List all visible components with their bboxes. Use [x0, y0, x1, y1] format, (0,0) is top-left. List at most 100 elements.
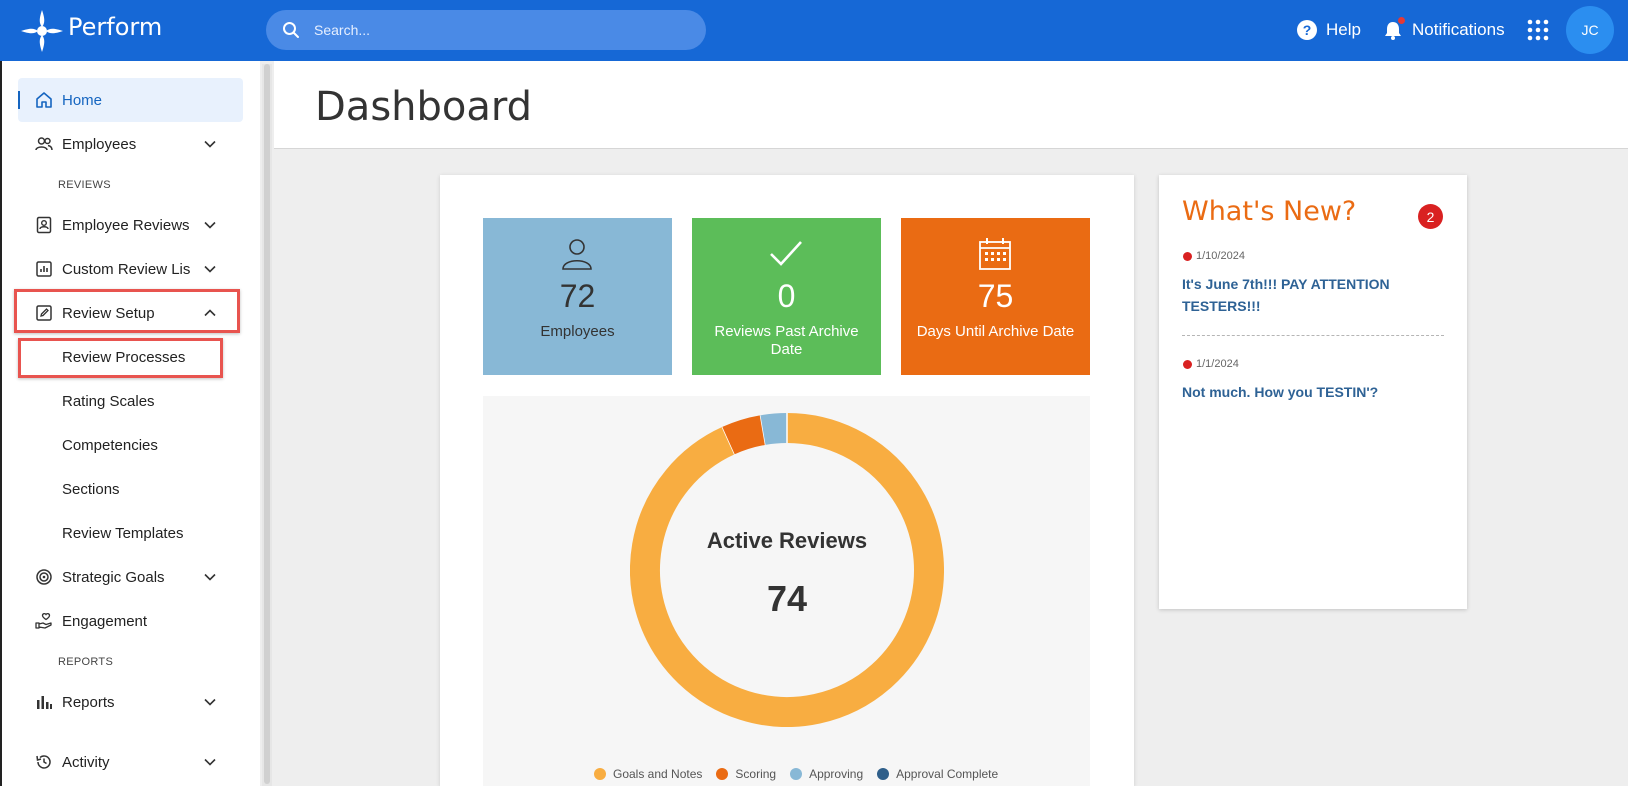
brand-name[interactable]: Perform	[68, 13, 162, 41]
legend-swatch	[594, 768, 606, 780]
whats-new-title: What's New?	[1182, 196, 1357, 227]
help-label: Help	[1326, 20, 1361, 39]
sidebar-item-label: Employees	[62, 135, 137, 153]
top-bar: Perform ? Help Notifications JC	[0, 0, 1628, 61]
sidebar-subitem-competencies[interactable]: Competencies	[62, 427, 158, 463]
chart-legend: Goals and Notes Scoring Approving Approval …	[594, 767, 998, 781]
sidebar-item-label: Review Setup	[62, 304, 155, 322]
stat-value: 0	[777, 278, 796, 314]
chart-total: 74	[766, 578, 808, 619]
sidebar-item-label: Reports	[62, 693, 115, 711]
sidebar-item-label: Home	[62, 91, 103, 109]
sidebar-item-activity[interactable]: Activity	[18, 740, 243, 784]
sidebar-item-strategic-goals[interactable]: Strategic Goals	[18, 555, 243, 599]
notifications-button[interactable]: Notifications	[1382, 17, 1505, 43]
id-badge-icon	[36, 216, 52, 234]
stat-value: 75	[977, 278, 1014, 314]
sidebar-item-custom-review-lists[interactable]: Custom Review Lis	[18, 247, 243, 291]
donut-slice-scoring[interactable]	[722, 415, 766, 455]
donut-slice-goals-and-notes[interactable]	[630, 413, 944, 727]
section-label-reports: REPORTS	[58, 656, 114, 668]
sidebar-item-label: Employee Reviews	[62, 216, 190, 234]
page-title: Dashboard	[315, 84, 533, 130]
sidebar-subitem-review-templates[interactable]: Review Templates	[62, 515, 183, 551]
list-chart-icon	[36, 261, 52, 277]
sidebar-subitem-sections[interactable]: Sections	[62, 471, 120, 507]
person-icon	[562, 239, 592, 270]
active-reviews-donut-chart	[630, 413, 944, 727]
legend-item[interactable]: Approval Complete	[877, 767, 998, 781]
home-icon	[36, 92, 52, 108]
news-date: 1/1/2024	[1183, 358, 1239, 370]
sidebar-subitem-review-processes[interactable]: Review Processes	[62, 339, 185, 375]
stat-label: Days Until Archive Date	[916, 323, 1075, 340]
sidebar-item-employee-reviews[interactable]: Employee Reviews	[18, 203, 243, 247]
stat-label: Employees	[540, 323, 615, 340]
sidebar-item-label: Engagement	[62, 612, 148, 630]
whats-new-count-badge: 2	[1418, 204, 1443, 229]
news-dot-icon	[1183, 359, 1192, 369]
stat-label: Reviews Past Archive Date	[714, 323, 859, 358]
chart-title: Active Reviews	[706, 528, 868, 553]
news-separator	[1182, 335, 1444, 336]
legend-swatch	[790, 768, 803, 780]
history-icon	[36, 755, 51, 769]
sidebar-subitem-rating-scales[interactable]: Rating Scales	[62, 383, 155, 419]
news-date: 1/10/2024	[1183, 250, 1245, 262]
target-icon	[36, 569, 52, 585]
legend-item[interactable]: Approving	[790, 767, 863, 781]
stat-tile-employees[interactable]: 72 Employees	[483, 218, 672, 375]
sidebar-item-employees[interactable]: Employees	[18, 122, 243, 166]
bar-chart-icon	[37, 696, 52, 709]
legend-item[interactable]: Goals and Notes	[594, 767, 702, 781]
donut-slice-approving[interactable]	[760, 413, 788, 445]
users-icon	[35, 137, 53, 151]
legend-label: Approving	[809, 767, 864, 781]
legend-label: Scoring	[735, 767, 777, 781]
news-headline[interactable]: Not much. How you TESTIN'?	[1182, 381, 1444, 403]
help-button[interactable]: ? Help	[1296, 17, 1361, 43]
edit-square-icon	[36, 305, 52, 321]
news-headline[interactable]: It's June 7th!!! PAY ATTENTION TESTERS!!…	[1182, 273, 1444, 317]
user-avatar[interactable]: JC	[1566, 6, 1614, 54]
stat-tile-days-until-archive[interactable]: 75 Days Until Archive Date	[901, 218, 1090, 375]
chevron-down-icon[interactable]	[203, 755, 217, 769]
chevron-down-icon[interactable]	[203, 570, 217, 584]
legend-swatch	[877, 768, 890, 780]
sidebar-item-label: Custom Review Lis	[62, 260, 191, 278]
sidebar-item-home[interactable]: Home	[18, 78, 243, 122]
calendar-icon	[979, 238, 1011, 270]
help-icon: ?	[1297, 20, 1317, 40]
chevron-down-icon[interactable]	[203, 137, 217, 151]
perform-logo-icon[interactable]	[18, 7, 66, 55]
svg-text:?: ?	[1303, 22, 1312, 38]
apps-grid-icon[interactable]	[1527, 19, 1549, 41]
chevron-down-icon[interactable]	[203, 695, 217, 709]
notifications-label: Notifications	[1412, 20, 1505, 39]
legend-item[interactable]: Scoring	[716, 767, 776, 781]
sidebar-scrollbar[interactable]	[262, 64, 272, 786]
sidebar-item-reports[interactable]: Reports	[18, 680, 243, 724]
legend-swatch	[716, 768, 729, 780]
stat-tile-reviews-past-archive[interactable]: 0 Reviews Past Archive Date	[692, 218, 881, 375]
chevron-down-icon[interactable]	[203, 262, 217, 276]
sidebar	[0, 61, 260, 786]
search-icon	[283, 22, 299, 38]
sidebar-item-review-setup[interactable]: Review Setup	[18, 291, 243, 335]
search-input[interactable]	[314, 18, 684, 42]
sidebar-item-engagement[interactable]: Engagement	[18, 599, 243, 643]
section-label-reviews: REVIEWS	[58, 179, 111, 191]
scrollbar-thumb[interactable]	[264, 64, 270, 784]
check-icon	[770, 241, 802, 266]
stat-value: 72	[559, 278, 596, 314]
chevron-up-icon[interactable]	[203, 306, 217, 320]
news-date-text: 1/10/2024	[1196, 250, 1245, 262]
search-box[interactable]	[266, 10, 706, 50]
notification-dot	[1398, 17, 1405, 24]
news-dot-icon	[1183, 251, 1192, 261]
hand-heart-icon	[35, 612, 52, 629]
legend-label: Goals and Notes	[613, 767, 703, 781]
sidebar-item-label: Strategic Goals	[62, 568, 165, 586]
sidebar-item-label: Activity	[62, 753, 110, 771]
chevron-down-icon[interactable]	[203, 218, 217, 232]
